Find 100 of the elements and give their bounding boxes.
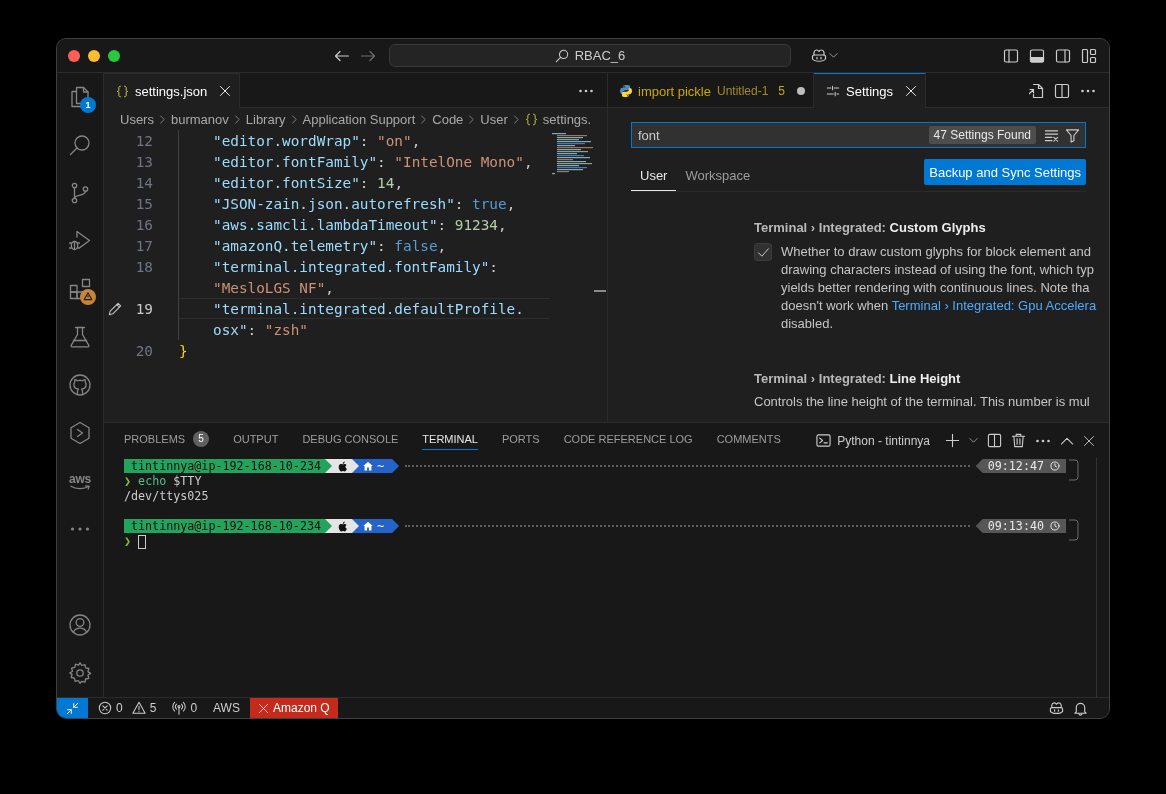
backup-sync-button[interactable]: Backup and Sync Settings	[924, 159, 1086, 185]
code-line: "MesloLGS NF",	[178, 277, 334, 298]
terminal-selector[interactable]: Python - tintinnya	[816, 433, 930, 448]
more-icon[interactable]	[68, 526, 92, 532]
scope-tab[interactable]: User	[631, 158, 677, 191]
secondary-sidebar-toggle-icon[interactable]	[1055, 47, 1071, 64]
code-line: "terminal.integrated.fontFamily":	[178, 256, 498, 277]
chevron-right-icon	[511, 114, 521, 124]
error-status-button[interactable]: Amazon Q	[249, 698, 338, 718]
terminal-cursor[interactable]	[138, 534, 147, 549]
play-bug-icon[interactable]	[68, 229, 92, 253]
files-icon[interactable]	[68, 85, 92, 109]
chevron-down-icon[interactable]	[829, 51, 838, 60]
setting-title: Terminal › Integrated: Line Height	[754, 370, 962, 388]
scope-tab[interactable]: Workspace	[676, 158, 760, 191]
editor-tab[interactable]: Settings	[814, 73, 926, 108]
terminal-output: /dev/ttys025	[124, 489, 209, 504]
more-icon[interactable]	[1080, 88, 1096, 93]
problems-status-button[interactable]: 0 5	[88, 698, 165, 718]
breadcrumb-item[interactable]: settings.	[524, 111, 592, 127]
breadcrumb-item[interactable]: Application Support	[302, 111, 416, 127]
trash-icon[interactable]	[1011, 433, 1026, 448]
more-icon[interactable]	[578, 88, 594, 93]
remote-button[interactable]	[57, 698, 88, 718]
panel-tab[interactable]: COMMENTS	[716, 423, 781, 450]
panel-tab[interactable]: DEBUG CONSOLE	[302, 423, 399, 450]
home-icon	[363, 461, 373, 471]
code-line: }	[178, 341, 188, 361]
line-number: 15	[134, 195, 153, 212]
setting-link[interactable]: Terminal › Integrated: Gpu Accelera	[891, 298, 1097, 313]
search-icon[interactable]	[68, 133, 92, 157]
chevron-down-icon[interactable]	[969, 436, 978, 445]
extensions-icon[interactable]	[68, 277, 92, 301]
panel-tab[interactable]: PORTS	[501, 423, 540, 450]
line-number: 12	[134, 132, 153, 149]
line-number: 13	[134, 153, 153, 170]
breadcrumb-item[interactable]: burmanov	[170, 111, 229, 127]
split-terminal-icon[interactable]	[987, 433, 1002, 448]
python-file-icon	[620, 85, 632, 97]
prompt-symbol: ❯	[124, 534, 132, 549]
close-icon	[257, 702, 269, 714]
line-number: 18	[134, 258, 153, 275]
panel-tab[interactable]: PROBLEMS 5	[124, 423, 210, 450]
close-window-icon[interactable]	[68, 49, 80, 62]
settings-icon[interactable]	[68, 661, 92, 685]
aws-logo-button[interactable]: aws	[69, 472, 91, 490]
clear-filter-icon[interactable]	[1044, 127, 1059, 143]
tab-description: Untitled-1	[716, 84, 769, 98]
robot-icon[interactable]	[811, 47, 827, 64]
apple-icon	[337, 520, 348, 532]
github-icon[interactable]	[68, 373, 92, 397]
bell-icon[interactable]	[1073, 700, 1088, 716]
minimap-drawing	[551, 133, 593, 175]
prompt-user-segment: tintinnya@ip-192-168-10-234	[124, 519, 332, 533]
more-icon[interactable]	[1035, 438, 1051, 443]
panel-tab[interactable]: TERMINAL	[422, 423, 478, 450]
breadcrumb-item[interactable]: User	[480, 111, 508, 127]
breadcrumb-item[interactable]: Users	[120, 111, 154, 127]
maximize-window-icon[interactable]	[108, 49, 120, 62]
remote-icon	[66, 701, 79, 715]
code-line: "editor.wordWrap": "on",	[178, 130, 421, 151]
clock-icon	[1050, 461, 1060, 471]
close-icon[interactable]	[1083, 434, 1095, 447]
hexagon-icon[interactable]	[68, 421, 92, 445]
chevron-right-icon	[419, 114, 429, 124]
panel-toggle-icon[interactable]	[1029, 47, 1045, 64]
flask-icon[interactable]	[68, 325, 92, 349]
search-icon	[554, 48, 569, 63]
minimize-window-icon[interactable]	[88, 49, 100, 62]
chevron-right-icon	[289, 114, 299, 124]
command-center-button[interactable]: RBAC_6	[389, 44, 791, 67]
line-number: 20	[134, 342, 153, 359]
code-line: osx": "zsh"	[178, 319, 308, 340]
panel-tab[interactable]: CODE REFERENCE LOG	[563, 423, 693, 450]
account-icon[interactable]	[68, 613, 92, 637]
directory-text: ~	[377, 458, 385, 474]
primary-sidebar-toggle-icon[interactable]	[1003, 47, 1019, 64]
smile-arrow-icon	[70, 484, 90, 490]
problem-count-badge: 5	[193, 430, 210, 447]
plus-icon[interactable]	[945, 433, 960, 448]
code-line: "terminal.integrated.defaultProfile.	[178, 298, 524, 319]
filter-icon[interactable]	[1065, 127, 1080, 143]
setting-description: Whether to draw custom glyphs for block element and drawing characters instead of using the font, which typ yields better rendering with continuous lines. Note tha doesn't work when Terminal › Integrated: Gpu Accelera disabled.	[781, 243, 1097, 333]
status-text-button[interactable]: AWS	[205, 698, 248, 718]
notification-badge: 1	[80, 97, 96, 113]
setting-title: Terminal › Integrated: Custom Glyphs	[754, 219, 987, 237]
home-icon	[363, 521, 373, 531]
setting-checkbox[interactable]	[754, 243, 772, 261]
open-file-icon[interactable]	[1028, 82, 1044, 99]
breadcrumb-item[interactable]: Library	[245, 111, 286, 127]
terminal-icon	[816, 433, 832, 448]
panel-tab[interactable]: OUTPUT	[233, 423, 279, 450]
frame-corner-icon	[1069, 519, 1079, 541]
editor-tab[interactable]: settings.json	[104, 73, 241, 108]
robot-icon[interactable]	[1049, 700, 1064, 716]
split-editor-icon[interactable]	[1054, 82, 1070, 99]
apple-icon	[337, 460, 348, 472]
customize-layout-icon[interactable]	[1081, 47, 1097, 64]
ports-status-button[interactable]: 0	[164, 698, 206, 718]
breadcrumb-item[interactable]: Code	[432, 111, 464, 127]
